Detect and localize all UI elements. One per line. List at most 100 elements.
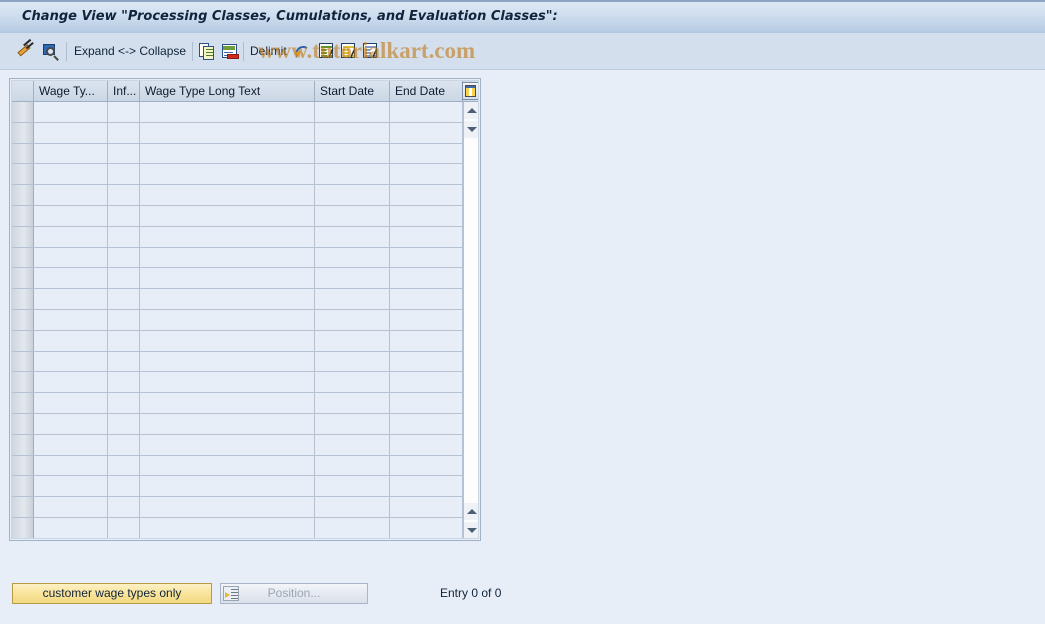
next-entry-button[interactable] (341, 40, 359, 62)
wage-type-cell[interactable] (34, 393, 108, 413)
wage-type-cell[interactable] (34, 226, 108, 247)
wage-type-cell[interactable] (34, 247, 108, 268)
wage-type-long-text-cell[interactable] (140, 122, 315, 143)
wage-type-long-text-cell[interactable] (140, 517, 315, 538)
infotype-cell[interactable] (108, 455, 140, 476)
wage-type-cell[interactable] (34, 476, 108, 497)
start-date-cell[interactable] (315, 455, 390, 476)
start-date-cell[interactable] (315, 497, 390, 517)
scroll-line-up-button[interactable] (464, 503, 478, 520)
table-vertical-scrollbar[interactable] (463, 102, 478, 538)
table-row[interactable] (12, 226, 463, 248)
start-date-cell[interactable] (315, 517, 390, 538)
wage-type-long-text-cell[interactable] (140, 205, 315, 226)
infotype-cell[interactable] (108, 185, 140, 205)
table-settings-icon[interactable] (462, 82, 478, 100)
end-date-cell[interactable] (390, 164, 463, 185)
delimit-button[interactable]: Delimit (250, 40, 287, 62)
row-selector-cell[interactable] (12, 372, 34, 393)
row-selector-cell[interactable] (12, 413, 34, 434)
wage-type-long-text-cell[interactable] (140, 226, 315, 247)
end-date-cell[interactable] (390, 289, 463, 309)
infotype-cell[interactable] (108, 351, 140, 372)
infotype-cell[interactable] (108, 122, 140, 143)
table-row[interactable] (12, 517, 463, 538)
infotype-cell[interactable] (108, 330, 140, 351)
scrollbar-track[interactable] (464, 140, 478, 501)
wage-type-long-text-cell[interactable] (140, 143, 315, 164)
start-date-cell[interactable] (315, 122, 390, 143)
wage-type-cell[interactable] (34, 351, 108, 372)
table-row[interactable] (12, 205, 463, 227)
wage-type-cell[interactable] (34, 372, 108, 393)
table-row[interactable] (12, 372, 463, 394)
table-row[interactable] (12, 247, 463, 269)
end-date-cell[interactable] (390, 226, 463, 247)
row-selector-cell[interactable] (12, 185, 34, 205)
end-date-cell[interactable] (390, 413, 463, 434)
start-date-cell[interactable] (315, 413, 390, 434)
wage-type-cell[interactable] (34, 413, 108, 434)
start-date-cell[interactable] (315, 434, 390, 455)
change-entry-button[interactable] (18, 40, 36, 62)
scroll-page-up-button[interactable] (464, 102, 478, 119)
table-row[interactable] (12, 309, 463, 331)
table-row[interactable] (12, 330, 463, 352)
display-entry-button[interactable] (42, 40, 60, 62)
other-entry-button[interactable] (363, 40, 381, 62)
start-date-column-header[interactable]: Start Date (315, 81, 390, 101)
infotype-cell[interactable] (108, 434, 140, 455)
wage-type-long-text-cell[interactable] (140, 268, 315, 289)
start-date-cell[interactable] (315, 164, 390, 185)
infotype-cell[interactable] (108, 497, 140, 517)
row-selector-cell[interactable] (12, 351, 34, 372)
end-date-cell[interactable] (390, 393, 463, 413)
end-date-cell[interactable] (390, 309, 463, 330)
row-selector-cell[interactable] (12, 393, 34, 413)
wage-type-cell[interactable] (34, 185, 108, 205)
infotype-cell[interactable] (108, 164, 140, 185)
wage-type-column-header[interactable]: Wage Ty... (34, 81, 108, 101)
start-date-cell[interactable] (315, 205, 390, 226)
row-selector-cell[interactable] (12, 102, 34, 122)
infotype-cell[interactable] (108, 247, 140, 268)
row-selector-cell[interactable] (12, 143, 34, 164)
start-date-cell[interactable] (315, 143, 390, 164)
end-date-cell[interactable] (390, 476, 463, 497)
end-date-cell[interactable] (390, 455, 463, 476)
delete-button[interactable] (222, 40, 240, 62)
row-selector-cell[interactable] (12, 309, 34, 330)
wage-type-long-text-cell[interactable] (140, 164, 315, 185)
end-date-cell[interactable] (390, 330, 463, 351)
infotype-column-header[interactable]: Inf... (108, 81, 140, 101)
table-row[interactable] (12, 393, 463, 414)
wage-type-cell[interactable] (34, 122, 108, 143)
start-date-cell[interactable] (315, 226, 390, 247)
wage-type-cell[interactable] (34, 268, 108, 289)
row-selector-cell[interactable] (12, 330, 34, 351)
wage-type-long-text-cell[interactable] (140, 330, 315, 351)
wage-type-long-text-cell[interactable] (140, 393, 315, 413)
wage-type-long-text-cell[interactable] (140, 476, 315, 497)
infotype-cell[interactable] (108, 268, 140, 289)
end-date-cell[interactable] (390, 268, 463, 289)
wage-type-cell[interactable] (34, 289, 108, 309)
wage-type-cell[interactable] (34, 497, 108, 517)
start-date-cell[interactable] (315, 268, 390, 289)
end-date-column-header[interactable]: End Date (390, 81, 463, 101)
wage-type-long-text-cell[interactable] (140, 455, 315, 476)
row-selector-column-header[interactable] (12, 81, 34, 101)
wage-type-long-text-cell[interactable] (140, 351, 315, 372)
position-button[interactable]: Position... (220, 583, 368, 604)
infotype-cell[interactable] (108, 309, 140, 330)
undo-change-button[interactable] (294, 40, 312, 62)
infotype-cell[interactable] (108, 393, 140, 413)
expand-collapse-button[interactable]: Expand <-> Collapse (74, 40, 186, 62)
row-selector-cell[interactable] (12, 476, 34, 497)
end-date-cell[interactable] (390, 102, 463, 122)
table-row[interactable] (12, 413, 463, 435)
table-row[interactable] (12, 102, 463, 123)
row-selector-cell[interactable] (12, 517, 34, 538)
infotype-cell[interactable] (108, 205, 140, 226)
start-date-cell[interactable] (315, 102, 390, 122)
